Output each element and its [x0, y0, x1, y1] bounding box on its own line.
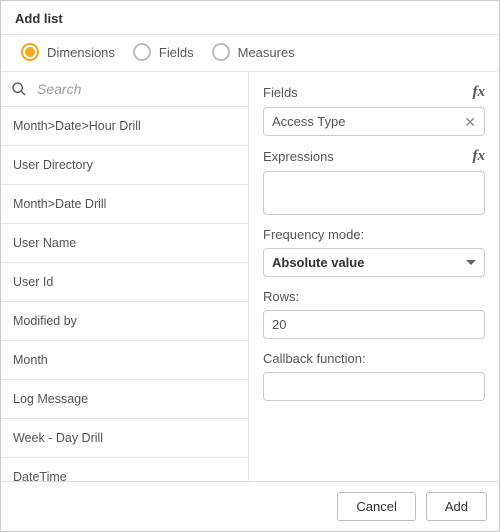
callback-input[interactable]: [263, 372, 485, 401]
dialog-footer: Cancel Add: [1, 481, 499, 531]
list-item[interactable]: Month>Date>Hour Drill: [1, 107, 248, 146]
tab-dimensions[interactable]: Dimensions: [21, 43, 115, 61]
search-icon: [11, 81, 27, 97]
fields-value: Access Type: [272, 114, 345, 129]
expressions-label: Expressions: [263, 149, 334, 164]
radio-icon: [212, 43, 230, 61]
fields-input[interactable]: Access Type ✕: [263, 107, 485, 136]
tab-label: Dimensions: [47, 45, 115, 60]
list-item[interactable]: Log Message: [1, 380, 248, 419]
list-item[interactable]: User Name: [1, 224, 248, 263]
list-item[interactable]: User Id: [1, 263, 248, 302]
frequency-value: Absolute value: [272, 255, 364, 270]
expressions-section: Expressions fx: [263, 148, 485, 215]
list-item[interactable]: Modified by: [1, 302, 248, 341]
fields-label: Fields: [263, 85, 298, 100]
clear-icon[interactable]: ✕: [464, 115, 476, 129]
frequency-label: Frequency mode:: [263, 227, 485, 242]
tab-label: Measures: [238, 45, 295, 60]
add-button[interactable]: Add: [426, 492, 487, 521]
tab-label: Fields: [159, 45, 194, 60]
fx-icon[interactable]: fx: [473, 148, 486, 165]
frequency-select[interactable]: Absolute value: [263, 248, 485, 277]
content: Month>Date>Hour Drill User Directory Mon…: [1, 71, 499, 481]
tab-bar: Dimensions Fields Measures: [1, 35, 499, 71]
callback-label: Callback function:: [263, 351, 485, 366]
radio-icon: [21, 43, 39, 61]
frequency-section: Frequency mode: Absolute value: [263, 227, 485, 277]
callback-section: Callback function:: [263, 351, 485, 401]
rows-section: Rows:: [263, 289, 485, 339]
left-panel: Month>Date>Hour Drill User Directory Mon…: [1, 72, 249, 481]
dialog-title: Add list: [15, 11, 485, 26]
chevron-down-icon: [466, 260, 476, 265]
right-panel: Fields fx Access Type ✕ Expressions fx F…: [249, 72, 499, 481]
list-item[interactable]: Month: [1, 341, 248, 380]
radio-icon: [133, 43, 151, 61]
tab-measures[interactable]: Measures: [212, 43, 295, 61]
list-item[interactable]: DateTime: [1, 458, 248, 481]
cancel-button[interactable]: Cancel: [337, 492, 415, 521]
search-input[interactable]: [35, 80, 238, 98]
fields-section: Fields fx Access Type ✕: [263, 84, 485, 136]
expressions-input[interactable]: [263, 171, 485, 215]
dimension-list: Month>Date>Hour Drill User Directory Mon…: [1, 107, 248, 481]
tab-fields[interactable]: Fields: [133, 43, 194, 61]
rows-label: Rows:: [263, 289, 485, 304]
rows-input[interactable]: [263, 310, 485, 339]
list-item[interactable]: User Directory: [1, 146, 248, 185]
list-item[interactable]: Week - Day Drill: [1, 419, 248, 458]
list-item[interactable]: Month>Date Drill: [1, 185, 248, 224]
dialog-header: Add list: [1, 1, 499, 34]
fx-icon[interactable]: fx: [473, 84, 486, 101]
search-box[interactable]: [1, 72, 248, 107]
